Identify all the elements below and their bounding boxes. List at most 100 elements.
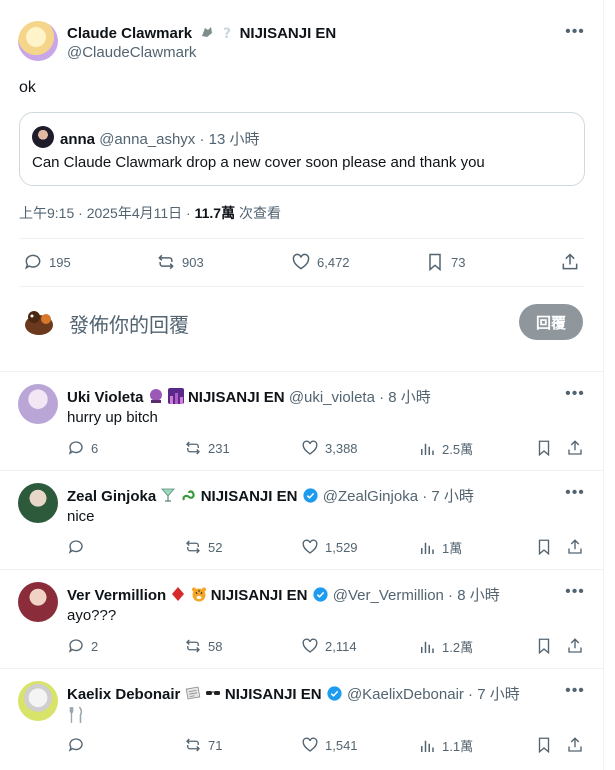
post-timestamp[interactable]: 上午9:15 · 2025年4月11日 · — [19, 205, 195, 221]
reply-avatar[interactable] — [18, 681, 58, 721]
reply-bookmark-button[interactable] — [535, 736, 553, 754]
more-icon: ••• — [565, 583, 585, 600]
reply-views-button[interactable]: 1萬 — [418, 538, 462, 557]
reply-header: Kaelix Debonair NIJISANJI EN @KaelixDebo… — [67, 683, 520, 704]
quoted-author-avatar — [32, 126, 54, 148]
reply-header: Ver Vermillion NIJISANJI EN @Ver_Vermill… — [67, 584, 500, 605]
reply-icon — [68, 738, 83, 752]
like-button[interactable]: 6,472 — [291, 252, 350, 272]
tiger-face-emoji-icon — [191, 587, 206, 602]
reply-views-button[interactable]: 1.1萬 — [418, 736, 473, 755]
author-display-name[interactable]: Claude Clawmark — [67, 25, 192, 42]
reply-header: Uki Violeta NIJISANJI EN @uki_violeta · … — [67, 386, 431, 407]
repost-button[interactable]: 903 — [156, 252, 204, 272]
reply-bookmark-button[interactable] — [535, 439, 553, 457]
reply-share-button[interactable] — [566, 736, 584, 754]
reply-avatar[interactable] — [18, 582, 58, 622]
reply-repost-button[interactable]: 58 — [184, 637, 222, 655]
reply-handle-time[interactable]: @ZealGinjoka · 7 小時 — [323, 488, 474, 505]
bookmark-button[interactable]: 73 — [425, 252, 465, 272]
reply-author-affiliation: NIJISANJI EN — [187, 389, 285, 406]
reply-like-button[interactable]: 1,541 — [301, 736, 358, 754]
reply-tweet[interactable]: Uki Violeta NIJISANJI EN @uki_violeta · … — [0, 371, 604, 470]
author-affiliation: NIJISANJI EN — [239, 25, 337, 42]
reply-reply-count: 2 — [91, 638, 99, 654]
reply-share-button[interactable] — [566, 637, 584, 655]
reply-views-count: 2.5萬 — [442, 442, 474, 457]
crab-claw-emoji-icon — [202, 27, 213, 37]
share-icon — [568, 638, 582, 653]
more-options-button[interactable]: ••• — [565, 384, 585, 404]
reply-text: nice — [67, 508, 95, 525]
share-button[interactable] — [560, 252, 580, 272]
reply-handle-time[interactable]: @KaelixDebonair · 7 小時 — [347, 686, 520, 703]
reply-avatar[interactable] — [18, 483, 58, 523]
quoted-post[interactable]: anna @anna_ashyx · 13 小時 Can Claude Claw… — [19, 112, 585, 186]
current-user-avatar[interactable] — [22, 307, 56, 337]
more-options-button[interactable]: ••• — [565, 483, 585, 503]
reply-share-button[interactable] — [566, 538, 584, 556]
reply-repost-count: 71 — [208, 737, 223, 753]
reply-reply-button[interactable] — [67, 736, 91, 754]
reply-reply-button[interactable]: 2 — [67, 637, 98, 655]
reply-input[interactable]: 發佈你的回覆 — [69, 309, 189, 338]
quoted-author-row: anna @anna_ashyx · 13 小時 — [60, 128, 260, 149]
post-views-count: 11.7萬 — [194, 205, 236, 221]
reply-bookmark-button[interactable] — [535, 538, 553, 556]
author-name-row[interactable]: Claude Clawmark ? NIJISANJI EN — [67, 24, 336, 42]
reply-bookmark-button[interactable] — [535, 637, 553, 655]
repost-icon — [186, 441, 200, 455]
reply-tweet[interactable]: Ver Vermillion NIJISANJI EN @Ver_Vermill… — [0, 569, 604, 668]
reply-handle-time[interactable]: @Ver_Vermillion · 8 小時 — [333, 587, 500, 604]
author-avatar[interactable] — [18, 21, 58, 61]
reply-views-button[interactable]: 1.2萬 — [418, 637, 473, 656]
reply-handle-time[interactable]: @uki_violeta · 8 小時 — [289, 389, 431, 406]
reply-reply-count: 6 — [91, 440, 99, 456]
reply-like-button[interactable]: 3,388 — [301, 439, 358, 457]
heart-icon — [302, 638, 318, 653]
reply-repost-button[interactable]: 52 — [184, 538, 222, 556]
repost-count: 903 — [182, 254, 204, 270]
post-text: ok — [19, 79, 36, 96]
bookmark-icon — [538, 638, 550, 655]
reply-views-button[interactable]: 2.5萬 — [418, 439, 473, 458]
more-options-button[interactable]: ••• — [565, 22, 585, 42]
reply-repost-button[interactable]: 231 — [184, 439, 230, 457]
bookmark-icon — [538, 539, 550, 556]
reply-author-name[interactable]: Kaelix Debonair — [67, 686, 180, 703]
reply-text: ayo??? — [67, 607, 117, 624]
reply-reply-button[interactable]: 6 — [67, 439, 98, 457]
reply-repost-button[interactable]: 71 — [184, 736, 222, 754]
author-handle[interactable]: @ClaudeClawmark — [67, 44, 196, 61]
submit-reply-button[interactable]: 回覆 — [519, 304, 583, 340]
reply-tweet[interactable]: Kaelix Debonair NIJISANJI EN @KaelixDebo… — [0, 668, 604, 767]
svg-text:?: ? — [223, 26, 231, 40]
repost-icon — [186, 540, 200, 554]
reply-views-count: 1.1萬 — [442, 739, 474, 754]
verified-badge-icon — [303, 488, 318, 503]
bookmark-icon — [429, 253, 441, 272]
reply-author-name[interactable]: Zeal Ginjoka — [67, 488, 156, 505]
reply-tweet[interactable]: Zeal Ginjoka NIJISANJI EN @ZealGinjoka ·… — [0, 470, 604, 569]
reply-like-button[interactable]: 2,114 — [301, 637, 357, 655]
reply-like-count: 3,388 — [325, 440, 358, 456]
reply-author-name[interactable]: Ver Vermillion — [67, 587, 166, 604]
reply-like-button[interactable]: 1,529 — [301, 538, 358, 556]
bookmark-icon — [538, 440, 550, 457]
post-meta: 上午9:15 · 2025年4月11日 · 11.7萬 次查看 — [19, 203, 281, 223]
reply-share-button[interactable] — [566, 439, 584, 457]
reply-views-count: 1萬 — [442, 541, 463, 556]
repost-icon — [158, 254, 174, 270]
quoted-author-handle-time: @anna_ashyx · 13 小時 — [99, 131, 260, 148]
reply-avatar[interactable] — [18, 384, 58, 424]
reply-author-name[interactable]: Uki Violeta — [67, 389, 143, 406]
reply-button[interactable]: 195 — [23, 252, 71, 272]
red-diamond-emoji-icon — [172, 587, 185, 601]
more-options-button[interactable]: ••• — [565, 582, 585, 602]
snake-emoji-icon — [182, 490, 195, 501]
reply-reply-button[interactable] — [67, 538, 91, 556]
repost-icon — [186, 639, 200, 653]
more-options-button[interactable]: ••• — [565, 681, 585, 701]
reply-icon — [25, 254, 41, 270]
divider — [19, 238, 585, 239]
